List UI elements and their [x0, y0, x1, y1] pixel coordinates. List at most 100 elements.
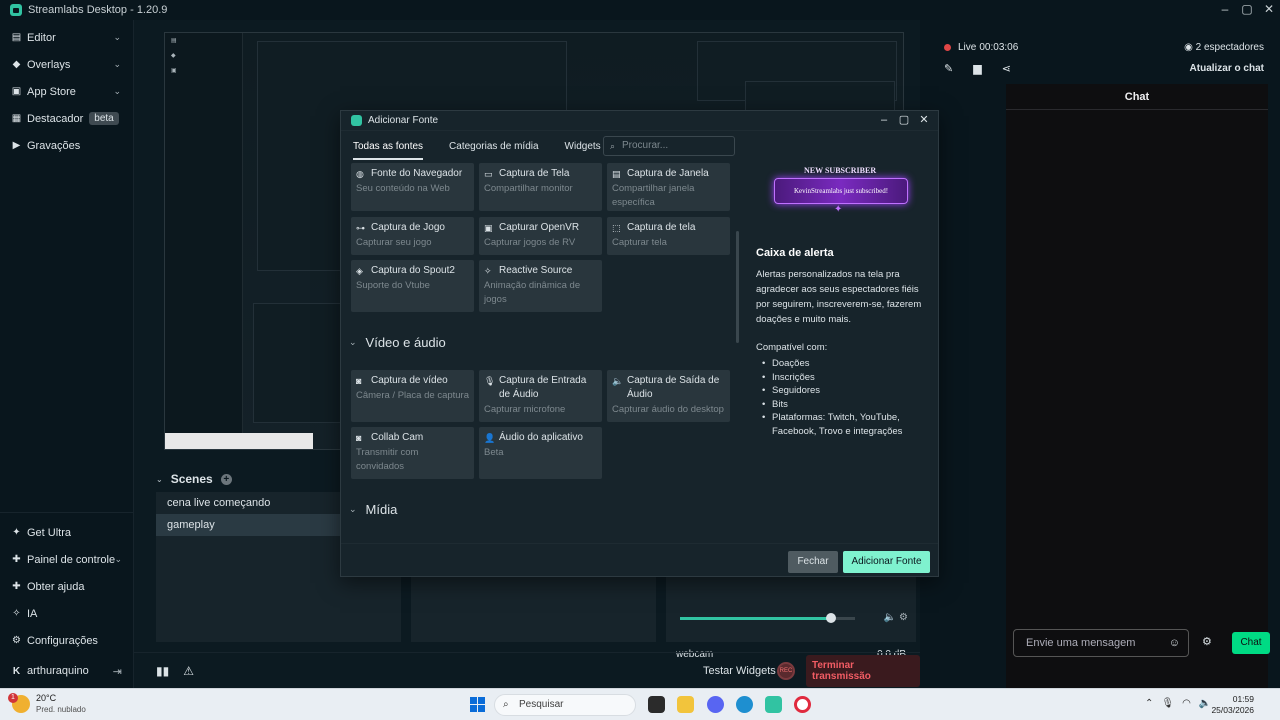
dialog-title-bar: Adicionar Fonte – ▢ ✕ — [341, 111, 938, 131]
minimize-button[interactable]: – — [1214, 0, 1236, 20]
speaker-icon[interactable]: 🔈 — [884, 612, 896, 623]
source-tile-openvr[interactable]: ▣ Capturar OpenVR Capturar jogos de RV — [479, 217, 602, 255]
discord-icon[interactable] — [707, 696, 724, 713]
sidebar-item-get-ultra[interactable]: ✦ Get Ultra — [0, 519, 134, 546]
tab-widgets[interactable]: Widgets — [565, 134, 601, 160]
tray-chevron-up-icon[interactable]: ⌃ — [1145, 698, 1153, 709]
collapse-chevron-icon[interactable]: ⌄ — [156, 475, 163, 484]
nested-taskbar — [165, 433, 313, 449]
chevron-down-icon: ⌄ — [349, 337, 357, 347]
source-tile-browser[interactable]: ◍ Fonte do Navegador Seu conteúdo na Web — [351, 163, 474, 211]
tile-name: Áudio do aplicativo — [499, 432, 583, 443]
tab-media-categories[interactable]: Categorias de mídia — [449, 134, 539, 160]
source-tile-app-audio[interactable]: 👤 Áudio do aplicativo Beta — [479, 427, 602, 479]
chat-message-input[interactable]: Envie uma mensagem ☺ — [1013, 629, 1189, 657]
opera-icon[interactable] — [794, 696, 811, 713]
tray-volume-icon[interactable]: 🔈 — [1199, 698, 1211, 709]
dashboard-icon: ✚ — [12, 554, 21, 565]
add-scene-button[interactable]: + — [220, 473, 232, 485]
sparkle-icon: ✦ — [834, 204, 843, 215]
terminal-app-icon[interactable] — [648, 696, 665, 713]
detail-title: Caixa de alerta — [756, 247, 834, 259]
dialog-close-button[interactable]: ✕ — [914, 111, 934, 129]
source-tile-window[interactable]: ▤ Captura de Janela Compartilhar janela e… — [607, 163, 730, 211]
live-dot-icon — [944, 44, 951, 51]
tab-all-sources[interactable]: Todas as fontes — [353, 134, 424, 160]
sidebar-item-painel[interactable]: ✚ Painel de controle ⌄ — [0, 546, 134, 573]
source-tile-screen-region[interactable]: ⬚ Captura de tela Capturar tela — [607, 217, 730, 255]
pencil-icon[interactable]: ✎ — [944, 62, 953, 75]
section-media[interactable]: ⌄ Mídia — [349, 502, 397, 517]
alert-preview-image: NEW SUBSCRIBER KevinStreamlabs just subs… — [774, 166, 908, 218]
source-tile-display[interactable]: ▭ Captura de Tela Compartilhar monitor — [479, 163, 602, 211]
sidebar-item-overlays[interactable]: ◆ Overlays ⌄ — [0, 51, 133, 78]
gear-icon[interactable]: ⚙ — [899, 612, 908, 623]
section-video-audio[interactable]: ⌄ Vídeo e áudio — [349, 335, 446, 350]
chat-settings-icon[interactable]: ⚙ — [1202, 635, 1212, 648]
source-tile-collab-cam[interactable]: ◙ Collab Cam Transmitir com convidados — [351, 427, 474, 479]
alert-icon[interactable]: ⚠ — [183, 664, 194, 678]
source-tile-spout2[interactable]: ◈ Captura do Spout2 Suporte do Vtube — [351, 260, 474, 312]
source-tile-audio-output[interactable]: 🔈 Captura de Saída de Áudio Capturar áudi… — [607, 370, 730, 422]
source-tile-reactive[interactable]: ✧ Reactive Source Animação dinâmica de jo… — [479, 260, 602, 312]
volume-slider[interactable] — [680, 613, 855, 623]
add-source-button[interactable]: Adicionar Fonte — [843, 551, 930, 573]
chat-send-button[interactable]: Chat — [1232, 632, 1270, 654]
banner-top-text: NEW SUBSCRIBER — [804, 166, 877, 175]
sidebar-item-destacador[interactable]: ▦ Destacador beta — [0, 105, 133, 132]
sidebar-user[interactable]: K arthuraquino ⇥ — [0, 654, 134, 688]
sidebar-item-gravacoes[interactable]: ▶ Gravações — [0, 132, 133, 159]
beta-badge: beta — [89, 112, 119, 125]
sidebar-item-ia[interactable]: ✧ IA — [0, 600, 134, 627]
scrollbar-thumb[interactable] — [736, 231, 739, 343]
streamlabs-logo-icon — [10, 4, 22, 16]
end-stream-button[interactable]: Terminar transmissão — [806, 654, 920, 687]
weather-condition: Pred. nublado — [36, 705, 86, 714]
source-tile-video-capture[interactable]: ◙ Captura de vídeo Câmera / Placa de capt… — [351, 370, 474, 422]
emote-icon[interactable]: ☺ — [1169, 630, 1180, 656]
sidebar-item-app-store[interactable]: ▣ App Store ⌄ — [0, 78, 133, 105]
logout-icon[interactable]: ⇥ — [113, 665, 122, 678]
tile-name: Reactive Source — [499, 265, 573, 276]
maximize-button[interactable]: ▢ — [1236, 0, 1258, 20]
nested-item: ▣ — [171, 68, 177, 74]
sidebar-item-editor[interactable]: ▤ Editor ⌄ — [0, 24, 133, 51]
tile-desc: Câmera / Placa de captura — [356, 390, 470, 401]
tray-wifi-icon[interactable]: ◠ — [1182, 698, 1191, 709]
tile-name: Captura do Spout2 — [371, 265, 455, 276]
stats-icon[interactable]: ▮▮ — [156, 664, 169, 678]
sidebar-item-ajuda[interactable]: ✚ Obter ajuda — [0, 573, 134, 600]
dialog-minimize-button[interactable]: – — [874, 111, 894, 129]
source-search-input[interactable]: ⌕ Procurar... — [603, 136, 735, 156]
weather-widget[interactable]: 1 20°C Pred. nublado — [8, 693, 86, 715]
edge-icon[interactable] — [736, 696, 753, 713]
file-explorer-icon[interactable] — [677, 696, 694, 713]
sidebar-item-configuracoes[interactable]: ⚙ Configurações — [0, 627, 134, 654]
share-icon[interactable]: ⋖ — [1002, 62, 1011, 75]
taskbar-clock[interactable]: 01:59 25/03/2026 — [1211, 694, 1254, 716]
source-list-scrollbar[interactable] — [736, 161, 739, 543]
tile-desc: Compartilhar janela específica — [612, 183, 695, 208]
editor-footer: ▮▮ ⚠ Testar Widgets REC Terminar transmi… — [134, 652, 920, 688]
rec-button[interactable]: REC — [777, 661, 795, 680]
tile-desc: Capturar tela — [612, 237, 667, 248]
close-dialog-button[interactable]: Fechar — [788, 551, 838, 573]
streamlabs-logo-icon — [351, 115, 362, 126]
streamlabs-taskbar-icon[interactable] — [765, 696, 782, 713]
app-store-icon: ▣ — [11, 86, 22, 97]
source-tile-audio-input[interactable]: 🎙 Captura de Entrada de Áudio Capturar mi… — [479, 370, 602, 422]
tray-mic-icon[interactable]: 🎙 — [1161, 698, 1174, 709]
test-widgets-button[interactable]: Testar Widgets — [703, 665, 776, 677]
tile-desc: Capturar áudio do desktop — [612, 404, 724, 415]
taskbar-search[interactable]: ⌕ Pesquisar — [494, 694, 636, 716]
kick-logo-icon: K — [12, 665, 21, 677]
dialog-maximize-button[interactable]: ▢ — [894, 111, 914, 129]
windows-start-icon[interactable] — [470, 697, 485, 712]
volume-knob[interactable] — [825, 613, 836, 623]
tile-name: Fonte do Navegador — [371, 168, 463, 179]
source-tile-game[interactable]: ⊶ Captura de Jogo Capturar seu jogo — [351, 217, 474, 255]
refresh-chat-button[interactable]: Atualizar o chat — [1190, 63, 1264, 74]
close-button[interactable]: ✕ — [1258, 0, 1280, 20]
tile-name: Capturar OpenVR — [499, 222, 580, 233]
folder-icon[interactable]: ▆ — [973, 62, 981, 75]
